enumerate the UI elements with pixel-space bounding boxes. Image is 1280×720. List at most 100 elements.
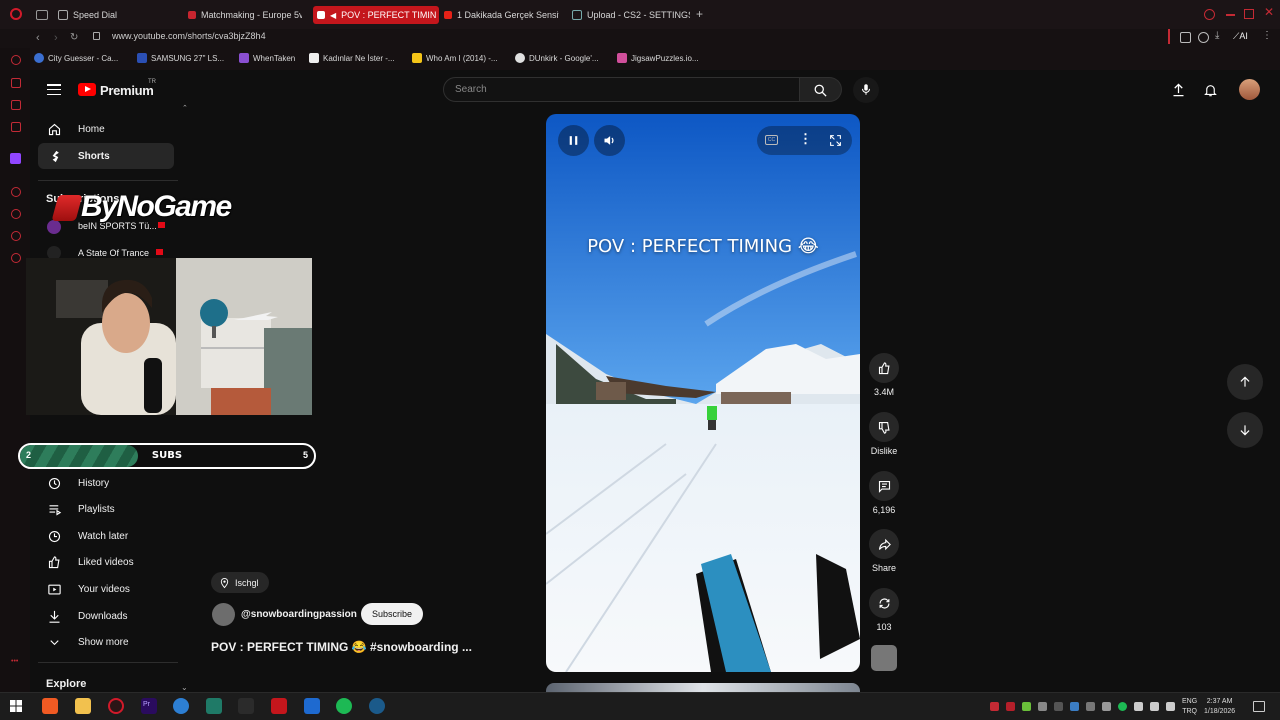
tray-nvidia-icon[interactable] [1022, 702, 1031, 711]
tray-volume-icon[interactable] [1166, 702, 1175, 711]
voice-search-button[interactable] [853, 77, 879, 103]
share-button[interactable]: Share [868, 529, 900, 573]
comments-button[interactable]: 6,196 [868, 471, 900, 515]
menu-icon[interactable]: ⋮ [1262, 30, 1272, 41]
minimize-icon[interactable] [1226, 14, 1235, 16]
subscription-a-state-of-trance[interactable]: A State Of Trance [78, 248, 149, 258]
reload-icon[interactable]: ↻ [70, 33, 80, 43]
sidebar-item-your-videos[interactable]: Your videos [38, 576, 174, 602]
bookmark-kadinlar[interactable]: Kadınlar Ne İster -... [309, 53, 395, 63]
sidebar-item-playlists[interactable]: Playlists [38, 496, 174, 522]
tray-vpn-icon[interactable] [990, 702, 999, 711]
sidebar-item-home[interactable]: Home [38, 116, 174, 142]
youtube-premium-logo[interactable]: Premium [100, 83, 154, 98]
tray-app-icon[interactable] [1006, 702, 1015, 711]
sidebar-scroll-up-icon[interactable]: ⌃ [182, 104, 188, 112]
remix-button[interactable]: 103 [868, 588, 900, 632]
new-tab-button[interactable]: + [696, 7, 703, 21]
opera-logo-icon[interactable] [10, 8, 22, 20]
sidebar-item-downloads[interactable]: Downloads [38, 603, 174, 629]
excel-icon[interactable] [206, 698, 222, 714]
notifications-icon[interactable] [1253, 701, 1265, 712]
sidebar-item-show-more[interactable]: Show more [38, 629, 174, 655]
search-button[interactable] [800, 77, 842, 102]
tray-spotify-icon[interactable] [1118, 702, 1127, 711]
sidebar-pinboard-icon[interactable] [11, 231, 21, 241]
brave-browser-icon[interactable] [42, 698, 58, 714]
bookmark-city-guesser[interactable]: City Guesser - Ca... [34, 53, 118, 63]
tab-upload-cs2[interactable]: Upload - CS2 - SETTINGS [572, 6, 690, 24]
sidebar-settings-icon[interactable] [11, 253, 21, 263]
opera-gx-icon[interactable] [108, 698, 124, 714]
pause-button[interactable] [558, 125, 589, 156]
avatar[interactable] [1239, 79, 1260, 100]
sidebar-item-history[interactable]: History [38, 470, 174, 496]
tab-gercek-sensitivity[interactable]: 1 Dakikada Gerçek Sensit [444, 6, 559, 24]
sidebar-player-icon[interactable] [11, 187, 21, 197]
close-window-icon[interactable]: ✕ [1264, 5, 1274, 19]
extensions-icon[interactable] [1180, 32, 1191, 43]
notes-app-icon[interactable] [304, 698, 320, 714]
sidebar-bag-icon[interactable] [11, 78, 21, 88]
file-explorer-icon[interactable] [75, 698, 91, 714]
premiere-pro-icon[interactable]: Pr [141, 698, 157, 714]
notifications-bell-icon[interactable] [1203, 82, 1218, 98]
subscribe-button[interactable]: Subscribe [361, 603, 423, 625]
sidebar-item-liked-videos[interactable]: Liked videos [38, 549, 174, 575]
more-options-icon[interactable]: ⋮ [799, 131, 812, 147]
bookmark-dunkirk[interactable]: DUnkirk - Google'... [515, 53, 599, 63]
transfer-app-icon[interactable] [238, 698, 254, 714]
bookmark-who-am-i[interactable]: Who Am I (2014) -... [412, 53, 498, 63]
search-tabs-icon[interactable] [1204, 9, 1215, 20]
tray-app-icon[interactable] [1038, 702, 1047, 711]
tray-app-icon[interactable] [1054, 702, 1063, 711]
location-chip[interactable]: Ischgl [211, 572, 269, 593]
dislike-button[interactable]: Dislike [868, 412, 900, 456]
download-icon[interactable]: ⤓ [1215, 30, 1219, 41]
sidebar-more-icon[interactable]: ••• [11, 658, 18, 665]
url-field[interactable]: www.youtube.com/shorts/cva3bjzZ8h4 [112, 31, 266, 41]
short-video-player[interactable] [546, 114, 860, 672]
sidebar-chat-icon[interactable] [11, 100, 21, 110]
windows-start-icon[interactable] [10, 700, 22, 712]
tray-microphone-icon[interactable] [1134, 702, 1143, 711]
channel-avatar[interactable] [212, 603, 235, 626]
tray-app-icon[interactable] [1102, 702, 1111, 711]
bookmark-jigsawpuzzles[interactable]: JigsawPuzzles.io... [617, 53, 699, 63]
sidebar-history-icon[interactable] [11, 209, 21, 219]
upload-icon[interactable] [1171, 82, 1186, 98]
next-short-preview[interactable] [546, 683, 860, 692]
tray-app-icon[interactable] [1086, 702, 1095, 711]
tab-speed-dial[interactable]: Speed Dial [58, 6, 178, 24]
fullscreen-icon[interactable] [829, 134, 842, 147]
edge-browser-icon[interactable] [173, 698, 189, 714]
aria-ai-button[interactable]: ⟋AI [1233, 31, 1248, 42]
steam-icon[interactable] [369, 698, 385, 714]
next-short-button[interactable] [1227, 412, 1263, 448]
sidebar-item-watch-later[interactable]: Watch later [38, 523, 174, 549]
clock[interactable]: 2:37 AM 1/18/2026 [1204, 697, 1235, 717]
tray-steam-icon[interactable] [1070, 702, 1079, 711]
snapshot-icon[interactable] [1198, 32, 1209, 43]
channel-handle[interactable]: @snowboardingpassion [241, 609, 357, 620]
tab-matchmaking[interactable]: Matchmaking - Europe 5v [188, 6, 302, 24]
tab-overview-icon[interactable] [36, 10, 48, 20]
spotify-icon[interactable] [336, 698, 352, 714]
volume-button[interactable] [594, 125, 625, 156]
maximize-icon[interactable] [1244, 9, 1254, 19]
youtube-logo-icon[interactable] [78, 83, 96, 96]
like-button[interactable]: 3.4M [868, 353, 900, 397]
tray-network-icon[interactable] [1150, 702, 1159, 711]
hamburger-menu-icon[interactable] [47, 84, 61, 95]
sidebar-scroll-down-icon[interactable]: ⌄ [181, 683, 188, 692]
sidebar-twitch-icon[interactable] [10, 153, 21, 164]
sidebar-item-shorts[interactable]: Shorts [38, 143, 174, 169]
bookmark-samsung[interactable]: SAMSUNG 27" LS... [137, 53, 224, 63]
red-app-icon[interactable] [271, 698, 287, 714]
sound-thumbnail[interactable] [871, 645, 897, 671]
language-indicator[interactable]: ENG TRQ [1182, 697, 1197, 717]
captions-icon[interactable]: CC [765, 135, 778, 145]
sidebar-messenger-icon[interactable] [11, 55, 21, 65]
tab-pov-perfect-timing[interactable]: ◀ POV : PERFECT TIMIN [313, 6, 439, 24]
sidebar-instagram-icon[interactable] [11, 122, 21, 132]
